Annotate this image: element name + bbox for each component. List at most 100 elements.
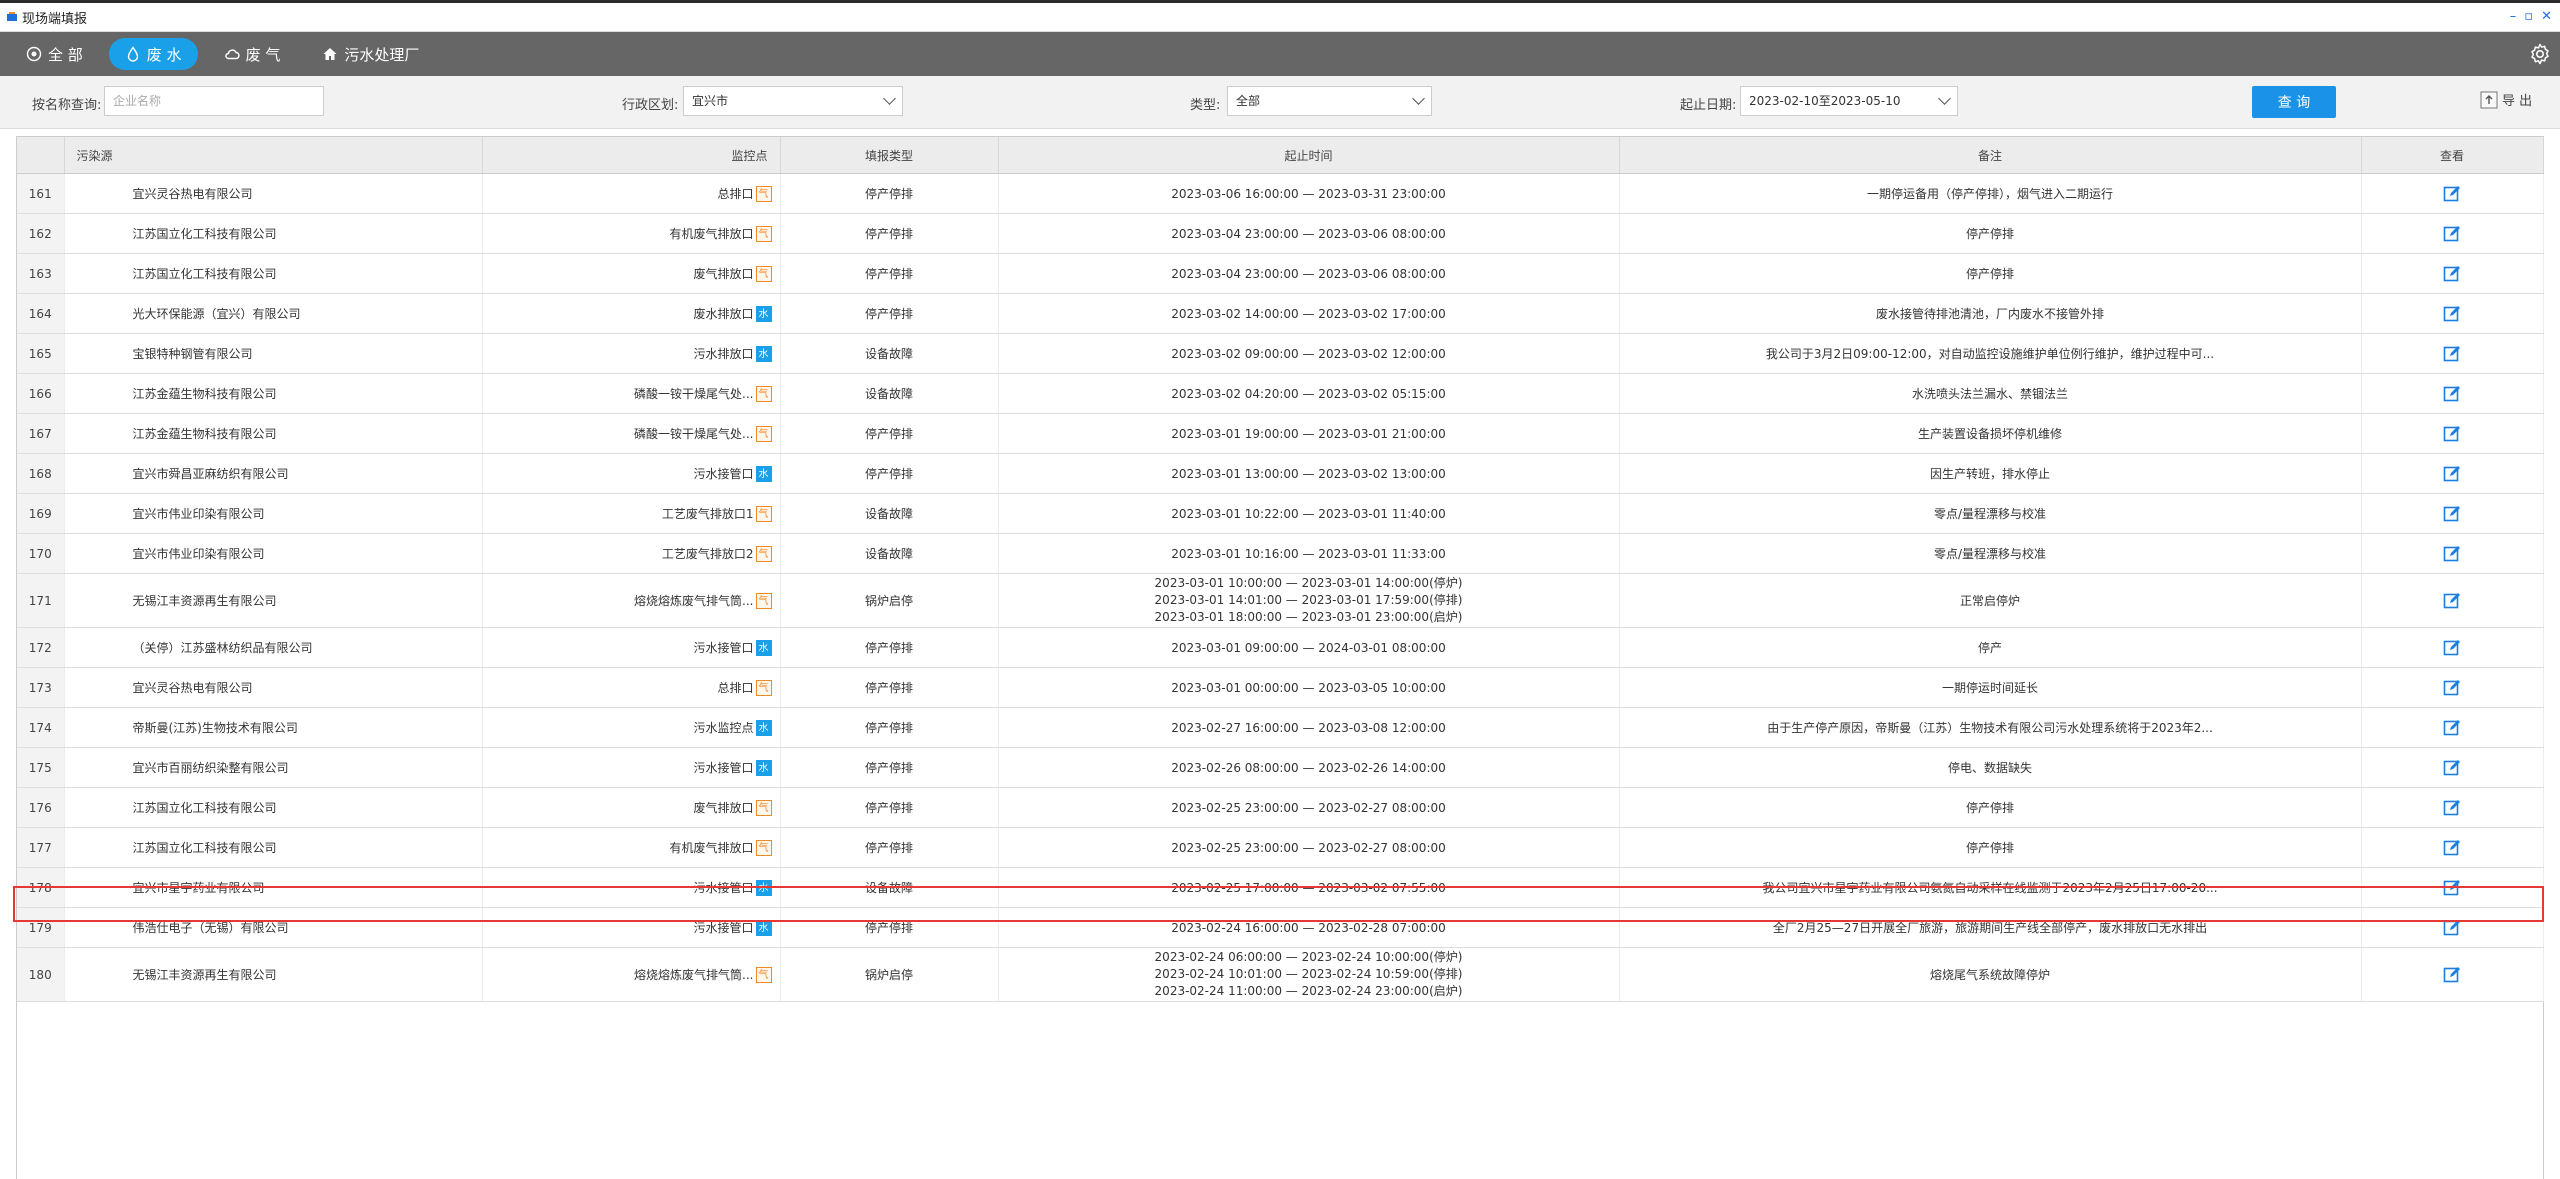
table-row[interactable]: 164 光大环保能源（宜兴）有限公司 废水排放口水停产停排 2023-03-02 14… [17, 293, 2544, 334]
edit-icon[interactable] [2443, 879, 2461, 897]
row-number: 163 [17, 253, 65, 294]
col-time-range[interactable]: 起止时间 [998, 137, 1620, 174]
report-type-cell: 锅炉启停 [780, 573, 999, 628]
nav-all[interactable]: 全 部 [10, 38, 99, 70]
type-select[interactable]: 全部 [1227, 86, 1432, 116]
nav-wastewater[interactable]: 废 水 [108, 38, 198, 70]
edit-icon[interactable] [2443, 385, 2461, 403]
monitor-point-name: 废气排放口 [693, 266, 754, 281]
nav-sewage-plant[interactable]: 污水处理厂 [306, 38, 435, 70]
time-range-line: 2023-03-04 23:00:00 — 2023-03-06 08:00:0… [1171, 226, 1446, 241]
row-number: 176 [17, 787, 65, 828]
monitor-point-name: 废气排放口 [693, 800, 754, 815]
header-row: 污染源 监控点 填报类型 起止时间 备注 查看 [17, 137, 2544, 174]
view-cell [2361, 453, 2544, 494]
monitor-point-name: 污水监控点 [693, 720, 754, 735]
remark-cell: 停产停排 [1619, 253, 2362, 294]
edit-icon[interactable] [2443, 545, 2461, 563]
export-button[interactable]: 导 出 [2480, 90, 2532, 109]
remark-cell: 停产 [1619, 627, 2362, 668]
table-row[interactable]: 169 宜兴市伟业印染有限公司 工艺废气排放口1 气设备故障 2023-03-01 10… [17, 493, 2544, 534]
table-row[interactable]: 180 无锡江丰资源再生有限公司 熔烧熔炼废气排气筒... 气锅炉启停 2023-02-… [17, 947, 2544, 1002]
table-row[interactable]: 178 宜兴市星宇药业有限公司 污水接管口水设备故障 2023-02-25 17:00… [17, 867, 2544, 908]
edit-icon[interactable] [2443, 465, 2461, 483]
edit-icon[interactable] [2443, 719, 2461, 737]
edit-icon[interactable] [2443, 966, 2461, 984]
chevron-down-icon [1412, 92, 1425, 105]
edit-icon[interactable] [2443, 345, 2461, 363]
table-row[interactable]: 165 宝银特种钢管有限公司 污水排放口水设备故障 2023-03-02 09:00:… [17, 333, 2544, 374]
time-range-cell: 2023-02-25 17:00:00 — 2023-03-02 07:55:0… [998, 867, 1620, 908]
table-row[interactable]: 168 宜兴市舜昌亚麻纺织有限公司 污水接管口水停产停排 2023-03-01 13:… [17, 453, 2544, 494]
view-cell [2361, 413, 2544, 454]
monitor-point-cell: 有机废气排放口气 [482, 213, 781, 254]
report-type-cell: 停产停排 [780, 707, 999, 748]
row-number: 174 [17, 707, 65, 748]
maximize-button[interactable]: ▫ [2524, 9, 2533, 24]
table-row[interactable]: 171 无锡江丰资源再生有限公司 熔烧熔炼废气排气筒... 气锅炉启停 2023-03-… [17, 573, 2544, 628]
time-range-line: 2023-03-01 09:00:00 — 2024-03-01 08:00:0… [1171, 640, 1446, 655]
table-row[interactable]: 162 江苏国立化工科技有限公司 有机废气排放口气停产停排 2023-03-04 23… [17, 213, 2544, 254]
close-button[interactable]: ✕ [2541, 9, 2552, 24]
edit-icon[interactable] [2443, 679, 2461, 697]
table-row[interactable]: 173 宜兴灵谷热电有限公司 总排口气停产停排 2023-03-01 00:00:00… [17, 667, 2544, 708]
table-body: 161 宜兴灵谷热电有限公司 总排口气停产停排 2023-03-06 16:00:00… [17, 173, 2544, 1002]
time-range-line: 2023-03-01 14:01:00 — 2023-03-01 17:59:0… [1154, 593, 1463, 607]
company-name-input[interactable]: 企业名称 [104, 86, 324, 116]
gas-tag-icon: 气 [755, 426, 772, 443]
edit-icon[interactable] [2443, 799, 2461, 817]
gas-tag-icon: 气 [755, 186, 772, 203]
pollution-source-cell: 帝斯曼(江苏)生物技术有限公司 [64, 707, 483, 748]
time-range-cell: 2023-03-01 09:00:00 — 2024-03-01 08:00:0… [998, 627, 1620, 668]
edit-icon[interactable] [2443, 839, 2461, 857]
region-label: 行政区划: [622, 98, 679, 113]
nav-exhaust[interactable]: 废 气 [208, 38, 297, 70]
gear-icon[interactable] [2528, 42, 2552, 66]
time-range-cell: 2023-03-01 10:16:00 — 2023-03-01 11:33:0… [998, 533, 1620, 574]
edit-icon[interactable] [2443, 185, 2461, 203]
edit-icon[interactable] [2443, 425, 2461, 443]
time-range-cell: 2023-02-24 16:00:00 — 2023-02-28 07:00:0… [998, 907, 1620, 948]
remark-cell: 由于生产停产原因，帝斯曼（江苏）生物技术有限公司污水处理系统将于2023年2..… [1619, 707, 2362, 748]
col-pollution-source[interactable]: 污染源 [64, 137, 483, 174]
table-row[interactable]: 161 宜兴灵谷热电有限公司 总排口气停产停排 2023-03-06 16:00:00… [17, 173, 2544, 214]
report-type-cell: 锅炉启停 [780, 947, 999, 1002]
view-cell [2361, 293, 2544, 334]
query-button[interactable]: 查 询 [2252, 86, 2336, 118]
edit-icon[interactable] [2443, 305, 2461, 323]
monitor-point-cell: 有机废气排放口气 [482, 827, 781, 868]
row-number: 171 [17, 573, 65, 628]
export-icon [2480, 91, 2498, 108]
monitor-point-name: 污水排放口 [693, 346, 754, 361]
table-row[interactable]: 163 江苏国立化工科技有限公司 废气排放口气停产停排 2023-03-04 23:0… [17, 253, 2544, 294]
table-row[interactable]: 170 宜兴市伟业印染有限公司 工艺废气排放口2 气设备故障 2023-03-01 10… [17, 533, 2544, 574]
report-type-cell: 设备故障 [780, 373, 999, 414]
title-bar: 现场端填报 – ▫ ✕ [0, 3, 2560, 32]
report-type-cell: 停产停排 [780, 667, 999, 708]
edit-icon[interactable] [2443, 759, 2461, 777]
table-row[interactable]: 172 （关停）江苏盛林纺织品有限公司 污水接管口水停产停排 2023-03-01 0… [17, 627, 2544, 668]
table-row[interactable]: 175 宜兴市百丽纺织染整有限公司 污水接管口水停产停排 2023-02-26 08:… [17, 747, 2544, 788]
table-row[interactable]: 167 江苏金蕴生物科技有限公司 磷酸一铵干燥尾气处... 气停产停排 2023-03-… [17, 413, 2544, 454]
table-row[interactable]: 177 江苏国立化工科技有限公司 有机废气排放口气停产停排 2023-02-25 23… [17, 827, 2544, 868]
col-report-type[interactable]: 填报类型 [780, 137, 999, 174]
report-type-cell: 停产停排 [780, 627, 999, 668]
edit-icon[interactable] [2443, 505, 2461, 523]
time-range-line: 2023-02-24 10:01:00 — 2023-02-24 10:59:0… [1154, 967, 1463, 981]
table-row[interactable]: 179 伟浩仕电子（无锡）有限公司 污水接管口水停产停排 2023-02-24 16:… [17, 907, 2544, 948]
table-row[interactable]: 166 江苏金蕴生物科技有限公司 磷酸一铵干燥尾气处... 气设备故障 2023-03-… [17, 373, 2544, 414]
table-row[interactable]: 174 帝斯曼(江苏)生物技术有限公司 污水监控点水停产停排 2023-02-27 1… [17, 707, 2544, 748]
minimize-button[interactable]: – [2510, 9, 2517, 24]
col-monitor-point[interactable]: 监控点 [482, 137, 781, 174]
col-remark[interactable]: 备注 [1619, 137, 2362, 174]
view-cell [2361, 333, 2544, 374]
table-row[interactable]: 176 江苏国立化工科技有限公司 废气排放口气停产停排 2023-02-25 23:0… [17, 787, 2544, 828]
edit-icon[interactable] [2443, 639, 2461, 657]
region-select[interactable]: 宜兴市 [683, 86, 903, 116]
type-label: 类型: [1190, 98, 1221, 113]
date-range-select[interactable]: 2023-02-10至2023-05-10 [1740, 86, 1958, 116]
edit-icon[interactable] [2443, 919, 2461, 937]
edit-icon[interactable] [2443, 265, 2461, 283]
edit-icon[interactable] [2443, 592, 2461, 610]
edit-icon[interactable] [2443, 225, 2461, 243]
